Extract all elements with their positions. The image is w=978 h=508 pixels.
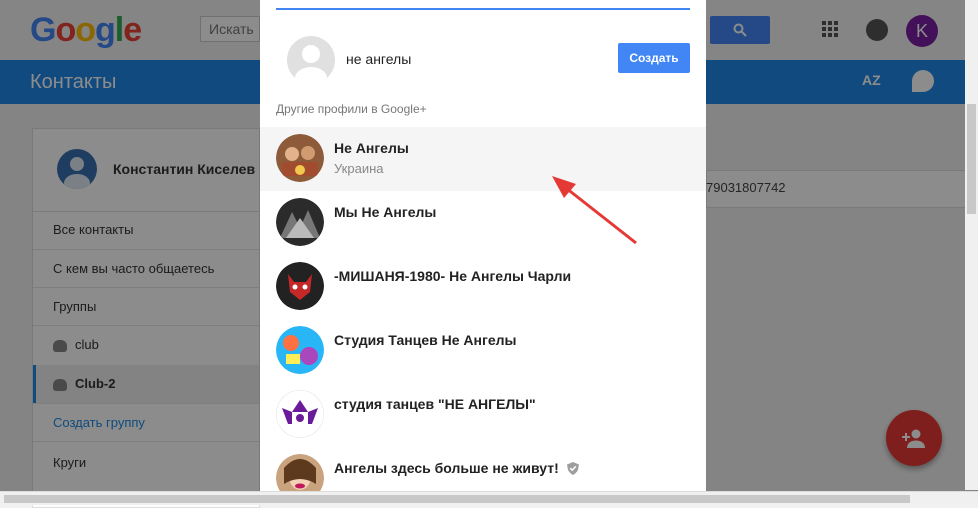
profile-photo [276, 326, 324, 374]
result-name: Не Ангелы [334, 140, 409, 156]
vertical-scrollbar[interactable] [965, 0, 978, 490]
verified-icon [566, 462, 579, 475]
profile-photo [276, 198, 324, 246]
result-location: Украина [334, 161, 384, 176]
result-item[interactable]: Мы Не Ангелы [260, 191, 706, 255]
result-item[interactable]: студия танцев "НЕ АНГЕЛЫ" [260, 383, 706, 447]
result-name: -МИШАНЯ-1980- Не Ангелы Чарли [334, 268, 572, 284]
profile-photo [276, 390, 324, 438]
result-name: Мы Не Ангелы [334, 204, 437, 220]
section-label: Другие профили в Google+ [276, 102, 427, 116]
result-name-text: Ангелы здесь больше не живут! [334, 460, 559, 476]
profile-photo [276, 262, 324, 310]
profile-photo [276, 134, 324, 182]
new-contact-name: не ангелы [346, 51, 412, 67]
default-avatar [287, 36, 335, 84]
person-icon [295, 45, 327, 84]
result-name: Ангелы здесь больше не живут! [334, 460, 579, 476]
horizontal-scrollbar[interactable] [0, 491, 978, 505]
result-item[interactable]: Не Ангелы Украина [260, 127, 706, 191]
scrollbar-thumb[interactable] [4, 495, 910, 503]
result-name: Студия Танцев Не Ангелы [334, 332, 517, 348]
result-item[interactable]: Студия Танцев Не Ангелы [260, 319, 706, 383]
scrollbar-thumb[interactable] [967, 104, 976, 214]
result-item[interactable]: Ангелы здесь больше не живут! [260, 447, 706, 491]
search-field-underline[interactable] [276, 8, 690, 10]
result-name: студия танцев "НЕ АНГЕЛЫ" [334, 396, 536, 412]
result-item[interactable]: -МИШАНЯ-1980- Не Ангелы Чарли [260, 255, 706, 319]
add-contact-dialog: не ангелы Создать Другие профили в Googl… [260, 0, 706, 491]
create-button[interactable]: Создать [618, 43, 690, 73]
profile-photo [276, 454, 324, 491]
